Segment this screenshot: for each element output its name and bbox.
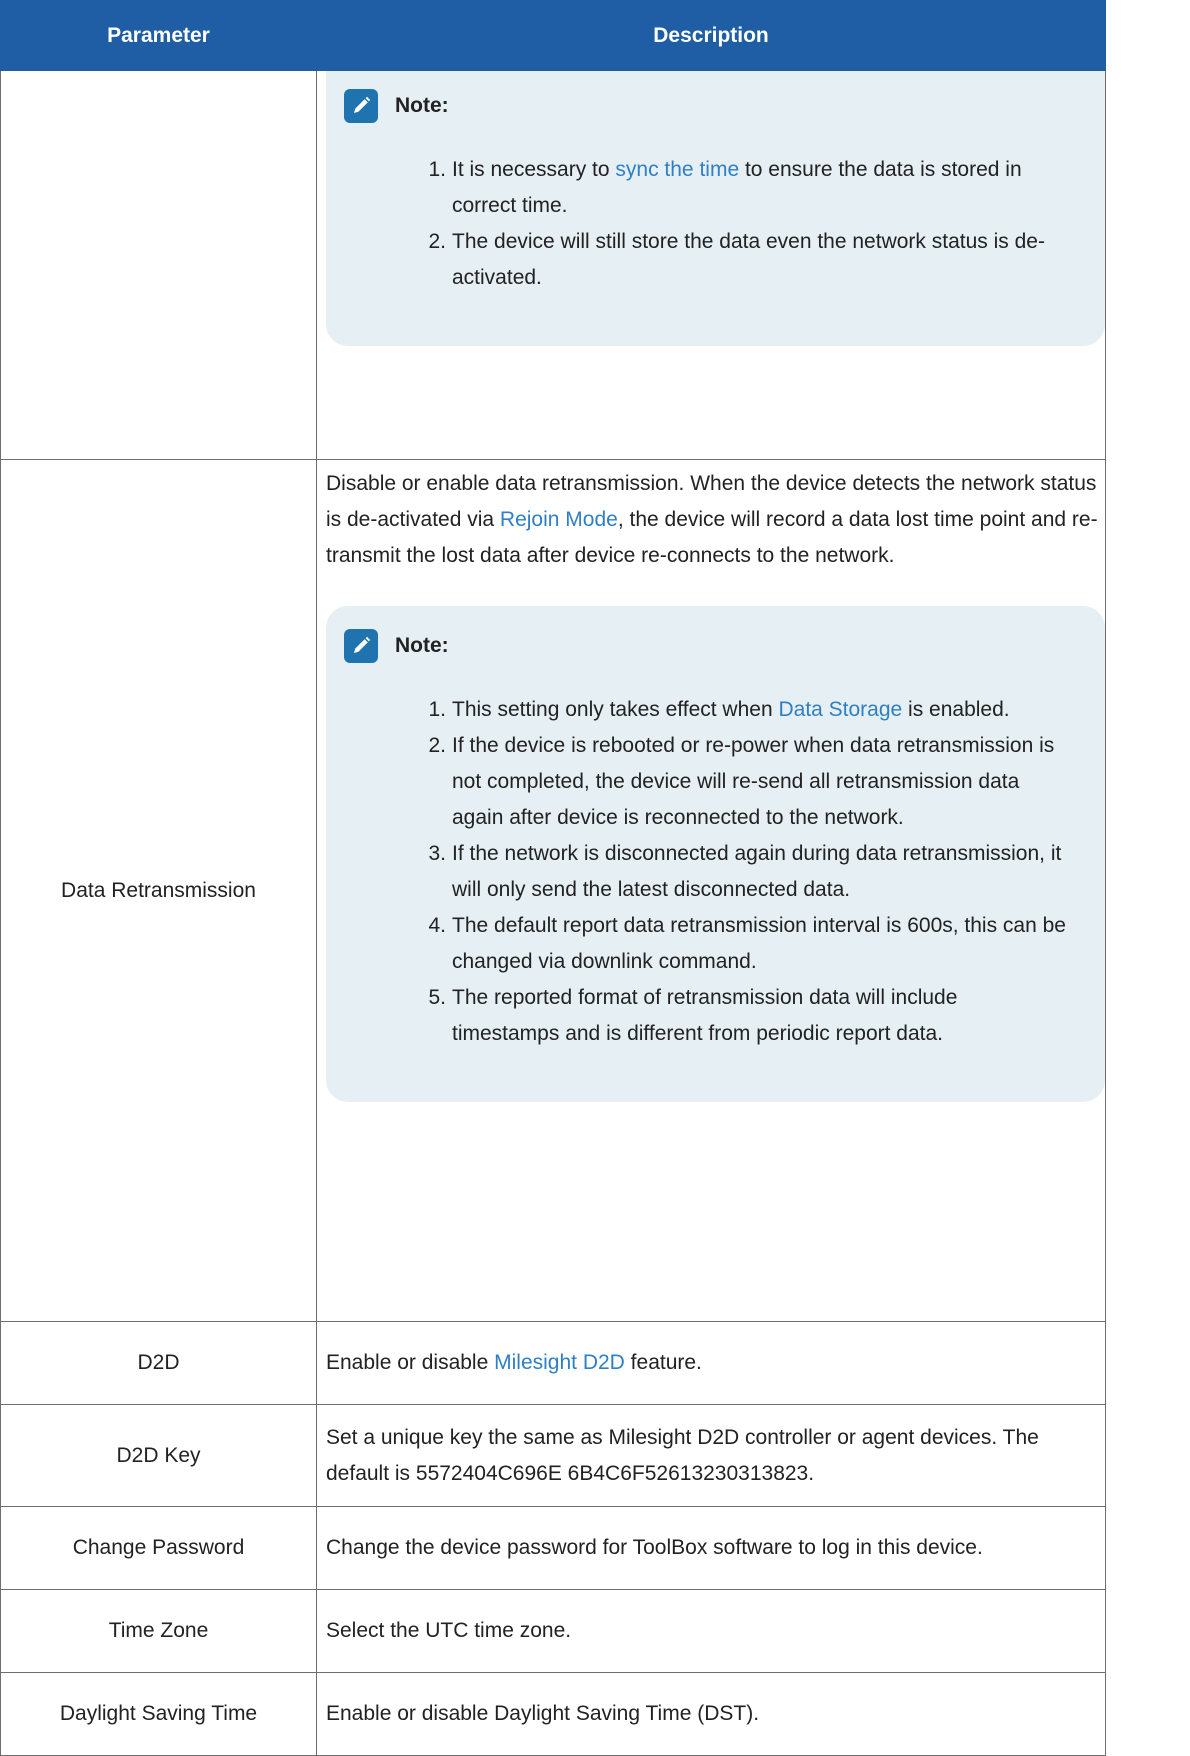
table-row-daylight-saving-time: Daylight Saving Time Enable or disable D… bbox=[0, 1672, 1106, 1756]
list-text: The reported format of retransmission da… bbox=[452, 986, 958, 1045]
list-text: This setting only takes effect when Data… bbox=[452, 692, 1067, 728]
text-fragment: is enabled. bbox=[902, 698, 1010, 721]
table-row-time-zone: Time Zone Select the UTC time zone. bbox=[0, 1589, 1106, 1673]
table-row-change-password: Change Password Change the device passwo… bbox=[0, 1506, 1106, 1590]
note-list: 1. This setting only takes effect when D… bbox=[344, 692, 1087, 1052]
list-item: 1. This setting only takes effect when D… bbox=[344, 692, 1067, 728]
table-row-data-storage-continued: Note: 1. It is necessary to sync the tim… bbox=[0, 70, 1106, 460]
description-text: Disable or enable data retransmission. W… bbox=[326, 466, 1105, 574]
parameter-cell: D2D bbox=[0, 1321, 317, 1405]
description-cell: Set a unique key the same as Milesight D… bbox=[316, 1404, 1106, 1507]
list-number: 5. bbox=[428, 986, 446, 1009]
pencil-note-icon bbox=[344, 89, 378, 123]
note-list: 1. It is necessary to sync the time to e… bbox=[344, 152, 1087, 296]
list-text: The default report data retransmission i… bbox=[452, 914, 1066, 973]
parameter-table: Parameter Description Note: 1. It is nec… bbox=[0, 0, 1106, 1756]
column-header-description: Description bbox=[316, 0, 1106, 71]
table-row-d2d: D2D Enable or disable Milesight D2D feat… bbox=[0, 1321, 1106, 1405]
list-item: 1. It is necessary to sync the time to e… bbox=[344, 152, 1067, 224]
sync-the-time-link[interactable]: sync the time bbox=[615, 158, 739, 181]
list-text: If the device is rebooted or re-power wh… bbox=[452, 734, 1055, 829]
parameter-cell-empty bbox=[0, 70, 317, 460]
list-item: 2. If the device is rebooted or re-power… bbox=[344, 728, 1067, 836]
note-box: Note: 1. This setting only takes effect … bbox=[326, 606, 1105, 1102]
text-fragment: feature. bbox=[624, 1351, 702, 1374]
list-number: 4. bbox=[428, 914, 446, 937]
list-item: 2. The device will still store the data … bbox=[344, 224, 1067, 296]
list-text: It is necessary to sync the time to ensu… bbox=[452, 152, 1067, 224]
column-header-parameter: Parameter bbox=[0, 0, 317, 71]
note-header: Note: bbox=[344, 628, 1087, 664]
text-fragment: Enable or disable bbox=[326, 1351, 495, 1374]
rejoin-mode-link[interactable]: Rejoin Mode bbox=[500, 508, 618, 531]
table-row-d2d-key: D2D Key Set a unique key the same as Mil… bbox=[0, 1404, 1106, 1507]
description-cell: Select the UTC time zone. bbox=[316, 1589, 1106, 1673]
list-item: 4. The default report data retransmissio… bbox=[344, 908, 1067, 980]
note-header: Note: bbox=[344, 88, 1087, 124]
parameter-cell: Daylight Saving Time bbox=[0, 1672, 317, 1756]
text-fragment: It is necessary to bbox=[452, 158, 616, 181]
list-number: 3. bbox=[428, 842, 446, 865]
milesight-d2d-link[interactable]: Milesight D2D bbox=[494, 1351, 625, 1374]
list-number: 2. bbox=[428, 734, 446, 757]
list-item: 3. If the network is disconnected again … bbox=[344, 836, 1067, 908]
description-cell: Note: 1. It is necessary to sync the tim… bbox=[316, 70, 1106, 460]
description-cell: Enable or disable Milesight D2D feature. bbox=[316, 1321, 1106, 1405]
list-text: The device will still store the data eve… bbox=[452, 230, 1045, 289]
list-text: If the network is disconnected again dur… bbox=[452, 842, 1062, 901]
parameter-cell: Change Password bbox=[0, 1506, 317, 1590]
note-box: Note: 1. It is necessary to sync the tim… bbox=[326, 71, 1105, 346]
description-cell: Change the device password for ToolBox s… bbox=[316, 1506, 1106, 1590]
parameter-cell: Time Zone bbox=[0, 1589, 317, 1673]
text-fragment: This setting only takes effect when bbox=[452, 698, 779, 721]
pencil-note-icon bbox=[344, 629, 378, 663]
list-number: 1. bbox=[428, 698, 446, 721]
description-cell: Enable or disable Daylight Saving Time (… bbox=[316, 1672, 1106, 1756]
note-title: Note: bbox=[395, 634, 449, 657]
list-item: 5. The reported format of retransmission… bbox=[344, 980, 1067, 1052]
parameter-cell: D2D Key bbox=[0, 1404, 317, 1507]
description-cell: Disable or enable data retransmission. W… bbox=[316, 459, 1106, 1322]
table-row-data-retransmission: Data Retransmission Disable or enable da… bbox=[0, 459, 1106, 1322]
parameter-cell: Data Retransmission bbox=[0, 459, 317, 1322]
table-header-row: Parameter Description bbox=[0, 0, 1106, 71]
list-number: 2. bbox=[428, 230, 446, 253]
list-number: 1. bbox=[428, 158, 446, 181]
note-title: Note: bbox=[395, 94, 449, 117]
data-storage-link[interactable]: Data Storage bbox=[778, 698, 902, 721]
